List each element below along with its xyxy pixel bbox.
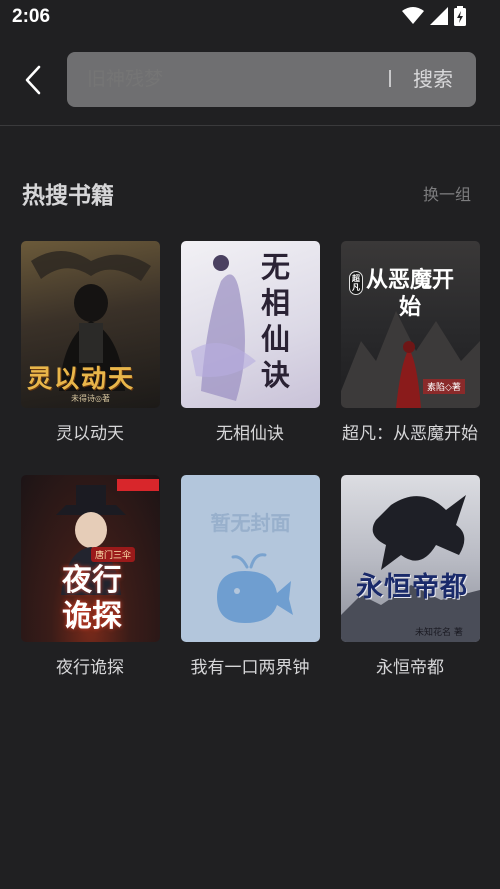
book-title: 永恒帝都	[376, 658, 444, 678]
search-divider	[389, 70, 391, 87]
book-cover[interactable]: 灵以动天 未得诗◎著	[21, 241, 160, 408]
signal-icon	[430, 7, 448, 25]
whale-icon	[217, 553, 293, 623]
cover-art	[191, 255, 256, 401]
cover-art	[341, 495, 480, 642]
book-title: 夜行诡探	[56, 658, 124, 678]
search-button[interactable]: 搜索	[413, 52, 453, 107]
book-cover[interactable]: 超凡 从恶魔开始 素陷◇著	[341, 241, 480, 408]
cover-title-text: 灵以动天	[27, 364, 136, 393]
book-title: 无相仙诀	[216, 424, 284, 444]
cover-author-text: 素陷◇著	[423, 379, 465, 394]
refresh-button[interactable]: 换一组	[423, 181, 471, 205]
book-cover[interactable]: 暂无封面	[181, 475, 320, 642]
search-input[interactable]	[87, 52, 367, 107]
cover-title-text: 夜行诡探	[62, 563, 122, 634]
book-title: 灵以动天	[56, 424, 124, 444]
cover-title-text: 无相仙诀	[261, 250, 291, 392]
cover-author-text: 未知花名 著	[415, 628, 463, 638]
cover-author-text: 未得诗◎著	[71, 394, 110, 403]
book-cover[interactable]: 唐门三伞 夜行诡探	[21, 475, 160, 642]
book-cover[interactable]: 永恒帝都 未知花名 著	[341, 475, 480, 642]
chevron-left-icon	[25, 65, 41, 95]
cover-badge-text: 超凡	[349, 271, 363, 295]
book-title: 超凡：从恶魔开始	[342, 424, 478, 444]
top-bar: 搜索	[0, 34, 500, 126]
cover-title-text: 永恒帝都	[356, 572, 468, 603]
cover-title-text: 从恶魔开始	[365, 267, 454, 320]
book-title: 我有一口两界钟	[190, 658, 310, 678]
book-cover[interactable]: 无相仙诀	[181, 241, 320, 408]
cover-badge-text: 唐门三伞	[91, 547, 136, 562]
search-box: 搜索	[67, 52, 476, 107]
section-title: 热搜书籍	[22, 182, 114, 209]
battery-icon	[454, 6, 466, 26]
status-icons	[402, 6, 466, 26]
back-button[interactable]	[18, 62, 48, 98]
wifi-icon	[402, 7, 424, 24]
status-time: 2:06	[12, 6, 51, 27]
status-bar: 2:06	[0, 0, 500, 34]
